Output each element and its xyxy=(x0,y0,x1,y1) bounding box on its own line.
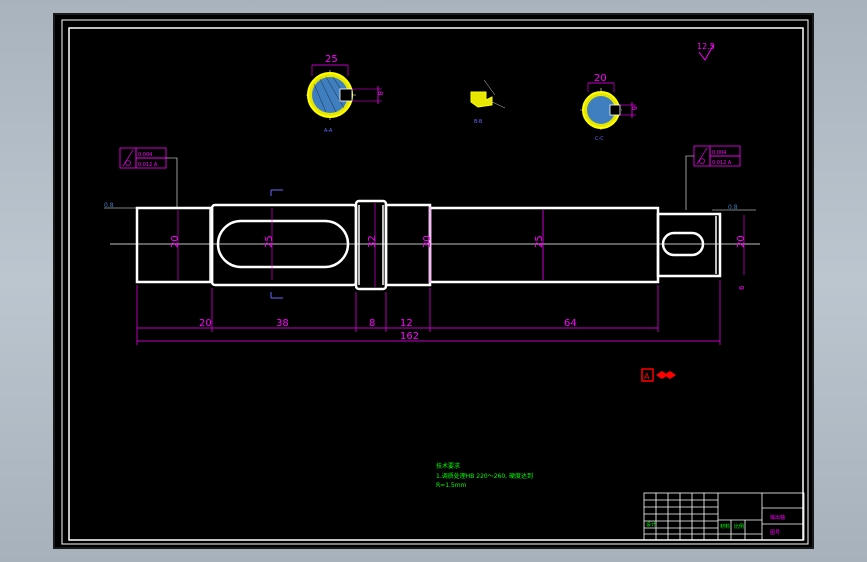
right-section-diameter: 20 xyxy=(594,73,607,84)
dim-dia-5: 25 xyxy=(534,235,545,248)
view-mark-a: A-A xyxy=(324,128,333,134)
dim-len-2: 38 xyxy=(276,318,289,329)
dim-len-1: 20 xyxy=(199,318,212,329)
surface-mark-left-value: 0.8 xyxy=(104,202,114,209)
dim-total: 162 xyxy=(400,331,419,342)
label-design: 设计 xyxy=(646,521,656,528)
note-title: 技术要求 xyxy=(436,462,460,470)
dim-len-3: 8 xyxy=(369,318,375,329)
drawing-number: 图号 xyxy=(770,530,780,536)
left-tol-2: 0.012 A xyxy=(138,162,158,168)
part-name: 输出轴 xyxy=(770,514,785,521)
note-line-2: R=1.5mm xyxy=(436,482,467,489)
label-scale: 比例 xyxy=(734,523,744,530)
left-section-diameter: 25 xyxy=(325,54,338,65)
left-tol-1: 0.004 xyxy=(138,152,152,158)
view-mark-c: C-C xyxy=(595,136,604,142)
note-line-1: 1.调质处理HB 220～260, 硬度达到 xyxy=(436,472,533,480)
dim-len-4: 12 xyxy=(400,318,413,329)
label-material: 材料 xyxy=(720,523,730,530)
dim-dia-6: 20 xyxy=(736,235,747,248)
dim-dia-3: 32 xyxy=(367,235,378,248)
dim-dia-1: 20 xyxy=(170,235,181,248)
right-end-mark: 6 xyxy=(738,285,746,290)
right-tol-1: 0.004 xyxy=(712,150,726,156)
datum-letter: A xyxy=(644,372,650,381)
view-mark-b: B-B xyxy=(474,119,483,125)
surface-mark-right-value: 0.8 xyxy=(728,204,738,211)
right-keyway-depth: 6 xyxy=(630,106,638,111)
dim-dia-4: 30 xyxy=(422,235,433,248)
drawing-canvas[interactable]: 12.5 25 8 A-A B-B 20 6 C-C 0.004 0.012 A… xyxy=(0,0,867,562)
dim-dia-2: 25 xyxy=(264,235,275,248)
left-keyway-depth: 8 xyxy=(376,91,384,95)
dim-len-5: 64 xyxy=(564,318,577,329)
right-tol-2: 0.012 A xyxy=(712,160,732,166)
